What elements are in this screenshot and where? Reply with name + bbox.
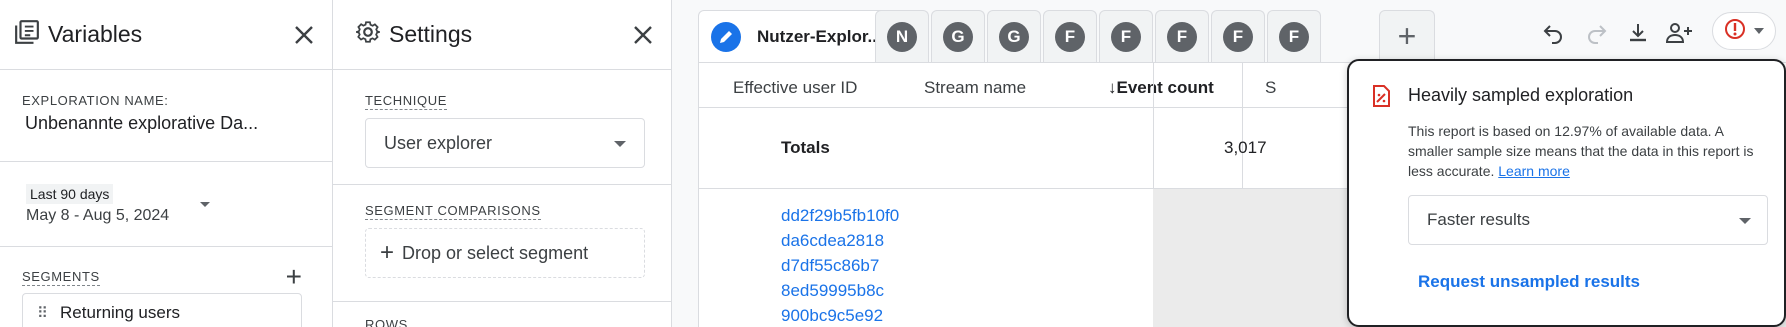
exploration-name-field[interactable]: Unbenannte explorative Da... (25, 113, 310, 134)
description-text: This report is based on 12.97% of availa… (1408, 123, 1754, 179)
user-id-link[interactable]: da6cdea2818 (781, 228, 899, 253)
column-header-event-count[interactable]: ↓Event count (1108, 78, 1214, 98)
segment-comparisons-label: SEGMENT COMPARISONS (365, 203, 541, 220)
user-id-link[interactable]: 8ed59995b8c (781, 278, 899, 303)
table-divider (698, 63, 699, 327)
tab-avatar: F (1055, 21, 1085, 52)
chevron-down-icon (1739, 218, 1751, 224)
tab-avatar: G (943, 21, 973, 52)
totals-label: Totals (781, 138, 830, 157)
chevron-down-icon[interactable] (200, 202, 210, 207)
tab-f[interactable]: F (1043, 10, 1097, 62)
plus-icon: + (380, 239, 395, 266)
date-range-text: May 8 - Aug 5, 2024 (26, 207, 170, 224)
sampling-popover: Heavily sampled exploration This report … (1347, 59, 1786, 327)
settings-panel: Settings TECHNIQUE User explorer SEGMENT… (333, 0, 672, 327)
drop-segment-label: Drop or select segment (402, 242, 589, 263)
settings-header: Settings (333, 0, 671, 70)
share-people-icon[interactable] (1664, 18, 1694, 48)
segment-item-returning-users[interactable]: ⠿ Returning users (22, 293, 302, 327)
popover-description: This report is based on 12.97% of availa… (1408, 121, 1772, 181)
event-count-label: Event count (1116, 78, 1214, 97)
tab-avatar: G (999, 21, 1029, 52)
technique-select[interactable]: User explorer (365, 118, 645, 168)
sampling-mode-select[interactable]: Faster results (1408, 195, 1768, 245)
sampled-data-icon (1371, 85, 1391, 107)
add-segment-icon[interactable]: + (286, 263, 302, 291)
drag-handle-icon[interactable]: ⠿ (37, 304, 48, 322)
tab-avatar: F (1223, 21, 1253, 52)
date-preset-chip: Last 90 days (26, 184, 114, 204)
alert-icon (1724, 18, 1746, 45)
request-unsampled-button[interactable]: Request unsampled results (1418, 272, 1640, 292)
date-range-picker[interactable]: Last 90 days May 8 - Aug 5, 2024 (0, 162, 332, 247)
drop-segment-target[interactable]: + Drop or select segment (365, 228, 645, 278)
settings-title: Settings (389, 21, 473, 47)
exploration-name-label: EXPLORATION NAME: (22, 93, 169, 108)
rows-section: ROWS (333, 302, 671, 327)
add-tab-button[interactable]: + (1379, 10, 1435, 62)
technique-label: TECHNIQUE (365, 93, 447, 110)
download-icon[interactable] (1623, 18, 1653, 48)
undo-icon[interactable] (1538, 18, 1568, 48)
chevron-down-icon (1754, 28, 1764, 34)
tab-f[interactable]: F (1099, 10, 1153, 62)
tab-avatar: F (1111, 21, 1141, 52)
user-id-list: dd2f29b5fb10f0 da6cdea2818 d7df55c86b7 8… (781, 203, 899, 327)
segments-label: SEGMENTS (22, 268, 100, 286)
segments-header: SEGMENTS + (0, 247, 332, 291)
chevron-down-icon (614, 141, 626, 147)
variables-header: Variables (0, 0, 332, 70)
tab-f[interactable]: F (1267, 10, 1321, 62)
popover-title: Heavily sampled exploration (1408, 85, 1634, 105)
variables-icon (14, 19, 40, 50)
tab-avatar: F (1279, 21, 1309, 52)
tab-avatar: N (887, 21, 917, 52)
column-header-effective-user-id[interactable]: Effective user ID (733, 78, 857, 98)
tab-f[interactable]: F (1155, 10, 1209, 62)
sampling-alert-button[interactable] (1712, 12, 1776, 50)
segment-item-label: Returning users (60, 303, 181, 322)
close-icon[interactable] (290, 21, 318, 49)
segment-comparisons-section: SEGMENT COMPARISONS + Drop or select seg… (333, 185, 671, 302)
technique-value: User explorer (384, 132, 493, 153)
tab-g[interactable]: G (987, 10, 1041, 62)
close-icon[interactable] (629, 21, 657, 49)
column-header-stream-name[interactable]: Stream name (924, 78, 1026, 98)
tab-n[interactable]: N (875, 10, 929, 62)
pencil-icon[interactable] (711, 21, 741, 52)
tab-label: Nutzer-Explor... (757, 26, 882, 46)
variables-panel: Variables EXPLORATION NAME: Unbenannte e… (0, 0, 333, 327)
variables-title: Variables (48, 21, 143, 47)
sampling-mode-value: Faster results (1427, 210, 1530, 229)
tab-f[interactable]: F (1211, 10, 1265, 62)
gear-icon (355, 19, 381, 50)
rows-label: ROWS (365, 317, 408, 327)
learn-more-link[interactable]: Learn more (1498, 163, 1570, 179)
user-id-link[interactable]: d7df55c86b7 (781, 253, 899, 278)
sort-arrow-icon: ↓ (1108, 78, 1117, 97)
tab-avatar: F (1167, 21, 1197, 52)
user-id-link[interactable]: dd2f29b5fb10f0 (781, 203, 899, 228)
redo-icon[interactable] (1582, 18, 1612, 48)
column-header-truncated[interactable]: S (1265, 78, 1276, 98)
tab-g[interactable]: G (931, 10, 985, 62)
user-id-link[interactable]: 900bc9c5e92 (781, 303, 899, 327)
exploration-name-section: EXPLORATION NAME: Unbenannte explorative… (0, 70, 332, 162)
totals-event-count: 3,017 (1224, 138, 1267, 157)
technique-section: TECHNIQUE User explorer (333, 70, 671, 185)
